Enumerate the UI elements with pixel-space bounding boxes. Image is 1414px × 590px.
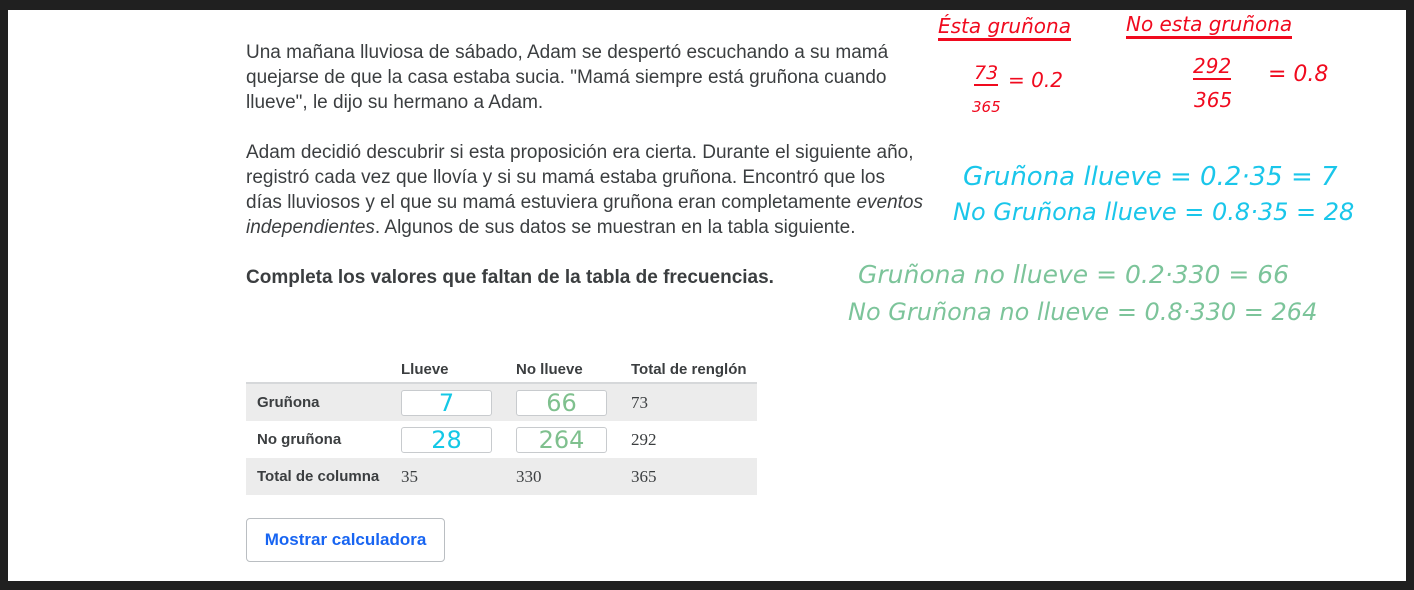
paragraph-2-text-a: Adam decidió descubrir si esta proposici… <box>246 142 914 213</box>
annotation-fraction-1-result: = 0.2 <box>1008 68 1063 92</box>
annotation-fraction-2-numerator: 292 <box>1193 54 1232 80</box>
annotation-no-grunona-no-llueve: No Gruñona no llueve = 0.8·330 = 264 <box>848 298 1318 326</box>
cell-grunona-no-llueve: 66 <box>516 383 631 421</box>
annotation-no-grunona-llueve: No Gruñona llueve = 0.8·35 = 28 <box>953 198 1355 226</box>
header-no-llueve: No llueve <box>516 350 631 384</box>
annotation-fraction-2-denominator: 365 <box>1194 88 1233 112</box>
paragraph-2-text-b: . Algunos de sus datos se muestran en la… <box>374 217 856 238</box>
annotation-fraction-1-numerator: 73 <box>974 62 999 86</box>
problem-paragraph-1: Una mañana lluviosa de sábado, Adam se d… <box>246 42 889 113</box>
handwritten-answer: 66 <box>546 388 577 417</box>
row-label-grunona: Gruñona <box>246 383 401 421</box>
cell-total-llueve: 35 <box>401 458 516 495</box>
answer-input-no-grunona-llueve[interactable]: 28 <box>401 425 492 454</box>
handwritten-answer: 264 <box>538 425 585 454</box>
answer-input-no-grunona-no-llueve[interactable]: 264 <box>516 425 607 454</box>
answer-input-grunona-no-llueve[interactable]: 66 <box>516 388 607 417</box>
cell-total-no-llueve: 330 <box>516 458 631 495</box>
row-label-column-total: Total de columna <box>246 458 401 495</box>
frequency-table: Llueve No llueve Total de renglón Gruñon… <box>246 350 757 495</box>
handwritten-answer: 28 <box>431 425 462 454</box>
show-calculator-button[interactable]: Mostrar calculadora <box>246 518 445 562</box>
cell-grand-total: 365 <box>631 458 757 495</box>
header-row-total: Total de renglón <box>631 350 757 384</box>
cell-grunona-total: 73 <box>631 383 757 421</box>
annotation-fraction-1-denominator: 365 <box>972 98 1001 116</box>
annotation-grunona-llueve: Gruñona llueve = 0.2·35 = 7 <box>963 162 1338 192</box>
table-row: Total de columna 35 330 365 <box>246 458 757 495</box>
annotation-fraction-2-result: = 0.8 <box>1268 62 1329 87</box>
header-llueve: Llueve <box>401 350 516 384</box>
table-row: No gruñona 28 264 292 <box>246 421 757 458</box>
problem-paragraph-2: Adam decidió descubrir si esta proposici… <box>246 140 926 240</box>
table-row: Gruñona 7 66 73 <box>246 383 757 421</box>
annotation-no-esta-grunona: No esta gruñona <box>1126 12 1293 39</box>
handwritten-answer: 7 <box>438 388 455 417</box>
instruction-text: Completa los valores que faltan de la ta… <box>246 267 774 288</box>
cell-no-grunona-total: 292 <box>631 429 657 449</box>
annotation-grunona-no-llueve: Gruñona no llueve = 0.2·330 = 66 <box>858 260 1290 289</box>
header-corner <box>246 350 401 384</box>
problem-statement: Una mañana lluviosa de sábado, Adam se d… <box>246 40 926 290</box>
table-header-row: Llueve No llueve Total de renglón <box>246 350 757 384</box>
row-label-no-grunona: No gruñona <box>257 431 342 448</box>
cell-no-grunona-no-llueve: 264 <box>516 421 631 458</box>
answer-input-grunona-llueve[interactable]: 7 <box>401 388 492 417</box>
cell-no-grunona-llueve: 28 <box>401 421 516 458</box>
cell-grunona-llueve: 7 <box>401 383 516 421</box>
annotation-esta-grunona: Ésta gruñona <box>938 14 1071 41</box>
exercise-page: Una mañana lluviosa de sábado, Adam se d… <box>8 10 1406 581</box>
